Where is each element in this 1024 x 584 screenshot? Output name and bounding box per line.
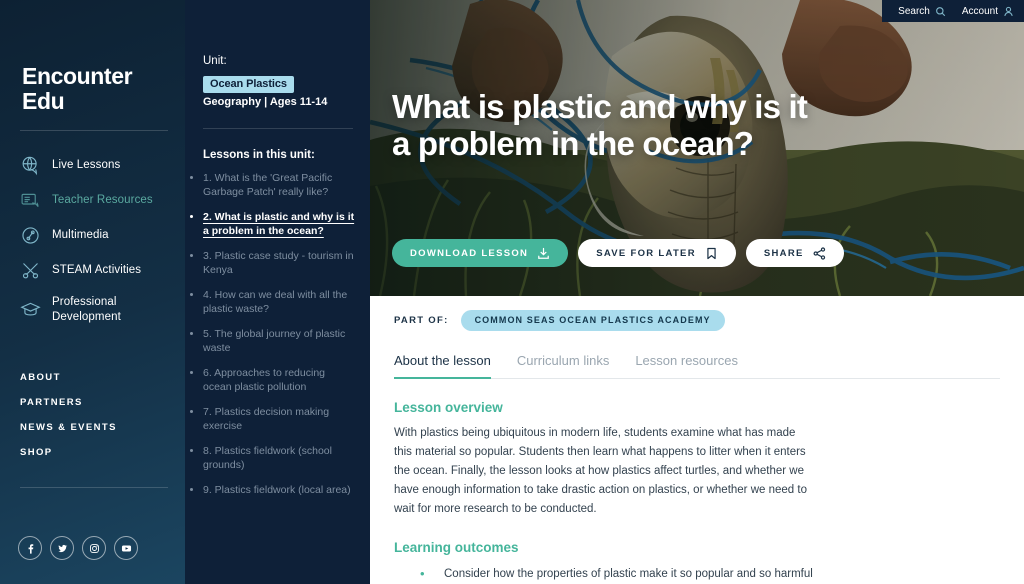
- logo-line-1: Encounter: [22, 63, 133, 89]
- sidebar-item-label: Professional Development: [52, 296, 121, 323]
- lesson-list-item[interactable]: 8. Plastics fieldwork (school grounds): [203, 444, 355, 473]
- facebook-icon[interactable]: [18, 536, 42, 560]
- tools-cross-icon: [20, 260, 41, 281]
- share-button[interactable]: SHARE: [745, 239, 844, 267]
- unit-label: Unit:: [203, 55, 227, 67]
- lesson-overview-text: With plastics being ubiquitous in modern…: [394, 427, 807, 515]
- instagram-icon[interactable]: [82, 536, 106, 560]
- sidebar-divider-bottom: [20, 487, 168, 488]
- sidebar-link-shop[interactable]: SHOP: [0, 440, 185, 465]
- search-label: Search: [898, 5, 930, 17]
- tab-lesson-resources[interactable]: Lesson resources: [635, 353, 738, 379]
- button-label: SHARE: [763, 247, 804, 259]
- hero-banner: What is plastic and why is it a problem …: [370, 0, 1024, 296]
- sidebar-item-professional-development[interactable]: Professional Development: [0, 288, 185, 331]
- user-icon: [1004, 6, 1013, 16]
- sidebar-item-live-lessons[interactable]: Live Lessons: [0, 148, 185, 183]
- unit-panel: Unit: Ocean Plastics Geography | Ages 11…: [185, 0, 370, 584]
- download-icon: [537, 247, 550, 260]
- top-header-bar: Search Account: [882, 0, 1024, 22]
- youtube-icon[interactable]: [114, 536, 138, 560]
- save-for-later-button[interactable]: SAVE FOR LATER: [578, 239, 736, 267]
- button-label: DOWNLOAD LESSON: [410, 247, 529, 259]
- logo-line-2: Edu: [22, 87, 65, 114]
- lesson-list-item[interactable]: 5. The global journey of plastic waste: [203, 327, 355, 356]
- learning-outcome-item: Consider how the properties of plastic m…: [420, 564, 814, 584]
- main-sidebar: Encounter Edu Live Lessons Teacher Resour…: [0, 0, 185, 584]
- sidebar-divider-top: [20, 130, 168, 131]
- lesson-list-item[interactable]: 6. Approaches to reducing ocean plastic …: [203, 366, 355, 395]
- unit-divider: [203, 128, 353, 129]
- hero-title: What is plastic and why is it a problem …: [392, 88, 808, 163]
- sidebar-item-teacher-resources[interactable]: Teacher Resources: [0, 183, 185, 218]
- sidebar-item-steam-activities[interactable]: STEAM Activities: [0, 253, 185, 288]
- lesson-overview-heading: Lesson overview: [394, 400, 503, 415]
- content-tabs: About the lesson Curriculum links Lesson r…: [394, 353, 1000, 379]
- unit-name-chip[interactable]: Ocean Plastics: [203, 76, 294, 93]
- social-links: [18, 536, 138, 560]
- sidebar-item-label: STEAM Activities: [52, 264, 142, 277]
- lesson-list-item[interactable]: 2. What is plastic and why is it a probl…: [203, 210, 355, 239]
- tab-about-the-lesson[interactable]: About the lesson: [394, 353, 491, 379]
- hero-action-buttons: DOWNLOAD LESSON SAVE FOR LATER SHARE: [392, 239, 844, 267]
- lesson-list-item[interactable]: 7. Plastics decision making exercise: [203, 405, 355, 434]
- lesson-content: PART OF: COMMON SEAS OCEAN PLASTICS ACAD…: [370, 296, 1024, 584]
- lesson-list-item[interactable]: 9. Plastics fieldwork (local area): [203, 483, 355, 497]
- download-lesson-button[interactable]: DOWNLOAD LESSON: [392, 239, 569, 267]
- part-of-row: PART OF: COMMON SEAS OCEAN PLASTICS ACAD…: [394, 296, 1000, 331]
- resource-card-icon: [20, 190, 41, 211]
- tab-curriculum-links[interactable]: Curriculum links: [517, 353, 609, 379]
- sidebar-secondary-nav: ABOUT PARTNERS NEWS & EVENTS SHOP: [0, 365, 185, 465]
- play-circle-icon: [20, 225, 41, 246]
- lessons-heading: Lessons in this unit:: [203, 149, 315, 161]
- part-of-chip[interactable]: COMMON SEAS OCEAN PLASTICS ACADEMY: [460, 310, 725, 331]
- sidebar-item-label: Live Lessons: [52, 159, 121, 172]
- twitter-icon[interactable]: [50, 536, 74, 560]
- part-of-label: PART OF:: [394, 315, 449, 326]
- sidebar-item-label: Teacher Resources: [52, 194, 153, 207]
- account-label: Account: [961, 5, 998, 17]
- learning-outcomes-heading: Learning outcomes: [394, 539, 519, 555]
- graduation-cap-icon: [20, 299, 41, 320]
- unit-meta: Geography | Ages 11-14: [203, 96, 328, 108]
- sidebar-link-news-events[interactable]: NEWS & EVENTS: [0, 415, 185, 440]
- account-button[interactable]: Account: [962, 6, 1014, 17]
- page-root: Encounter Edu Live Lessons Teacher Resour…: [0, 0, 1024, 584]
- button-label: SAVE FOR LATER: [596, 247, 696, 259]
- sidebar-item-multimedia[interactable]: Multimedia: [0, 218, 185, 253]
- sidebar-link-partners[interactable]: PARTNERS: [0, 390, 185, 415]
- bookmark-icon: [705, 247, 718, 260]
- sidebar-item-label: Multimedia: [52, 229, 109, 242]
- share-icon: [813, 246, 826, 260]
- sidebar-link-about[interactable]: ABOUT: [0, 365, 185, 390]
- lesson-list-item[interactable]: 1. What is the 'Great Pacific Garbage Pa…: [203, 171, 355, 200]
- site-logo[interactable]: Encounter Edu: [22, 63, 133, 114]
- search-button[interactable]: Search: [898, 6, 946, 17]
- lesson-list-item[interactable]: 3. Plastic case study - tourism in Kenya: [203, 249, 355, 278]
- learning-outcomes-list: Consider how the properties of plastic m…: [394, 564, 814, 584]
- sidebar-primary-nav: Live Lessons Teacher Resources Multimedia S…: [0, 148, 185, 331]
- lesson-list: 1. What is the 'Great Pacific Garbage Pa…: [203, 171, 355, 507]
- search-icon: [935, 6, 946, 16]
- lesson-list-item[interactable]: 4. How can we deal with all the plastic …: [203, 288, 355, 317]
- globe-chat-icon: [20, 155, 41, 176]
